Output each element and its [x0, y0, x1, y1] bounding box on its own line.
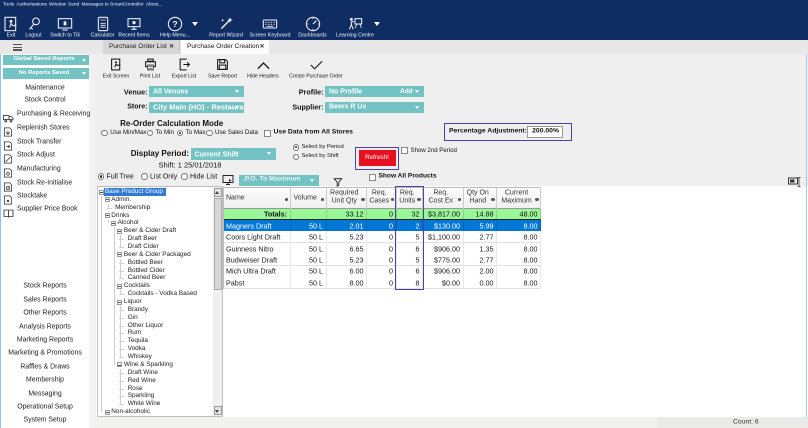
svg-text:?: ?: [172, 19, 177, 29]
